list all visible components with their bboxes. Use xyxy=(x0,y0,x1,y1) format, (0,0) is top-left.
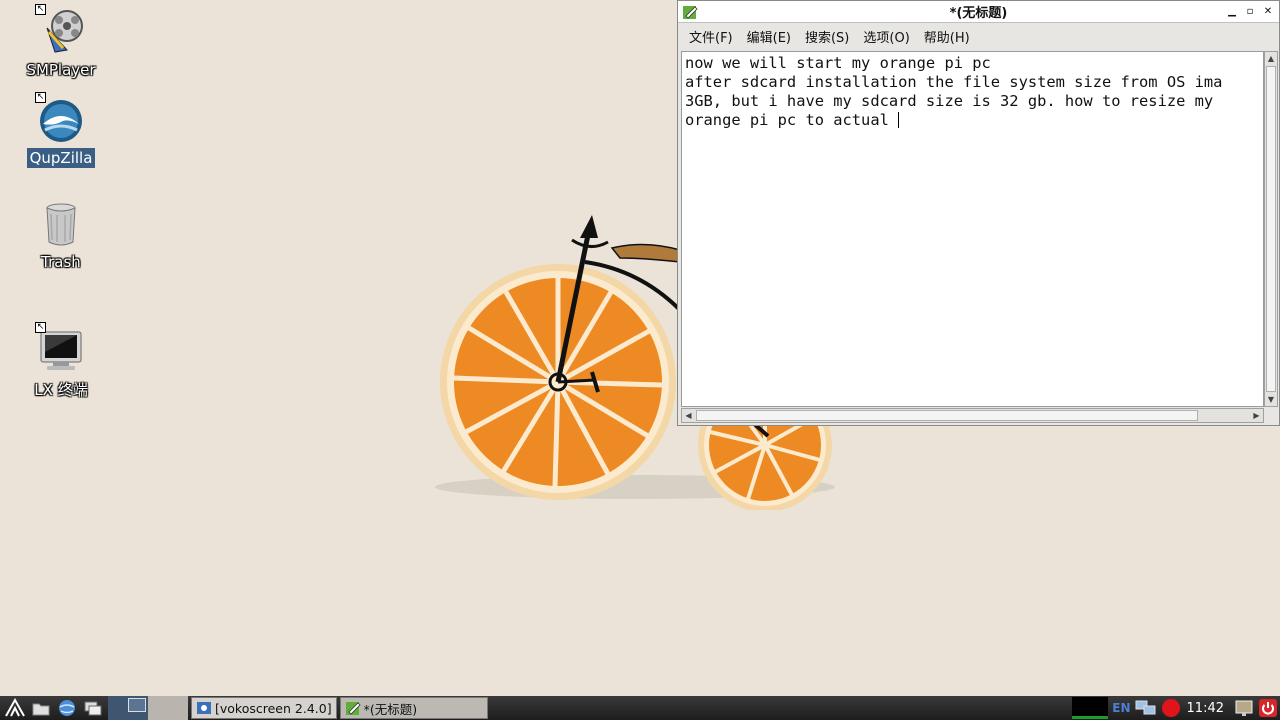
file-manager-icon[interactable] xyxy=(30,697,52,719)
screen-lock-icon[interactable] xyxy=(1234,697,1254,719)
record-icon[interactable] xyxy=(1161,697,1181,719)
trash-icon xyxy=(37,200,85,248)
desktop-icon-label: QupZilla xyxy=(26,148,96,168)
show-desktop-icon[interactable] xyxy=(82,697,104,719)
task-label: *(无标题) xyxy=(363,701,418,717)
text-editor-window[interactable]: *(无标题) ▁ ▫ ✕ 文件(F) 编辑(E) 搜索(S) 选项(O) 帮助(… xyxy=(677,0,1280,426)
maximize-button[interactable]: ▫ xyxy=(1243,5,1257,19)
scroll-right-arrow-icon[interactable]: ▶ xyxy=(1250,409,1263,422)
menubar: 文件(F) 编辑(E) 搜索(S) 选项(O) 帮助(H) xyxy=(678,23,1279,49)
vertical-scrollbar[interactable]: ▲ ▼ xyxy=(1264,51,1278,407)
shortcut-arrow-icon: ↖ xyxy=(35,322,46,333)
editor-app-icon xyxy=(345,702,361,715)
horizontal-scrollbar[interactable]: ◀ ▶ xyxy=(681,408,1264,423)
qupzilla-icon: ↖ xyxy=(35,92,85,144)
menu-file[interactable]: 文件(F) xyxy=(682,27,740,46)
task-editor[interactable]: *(无标题) xyxy=(339,697,488,719)
window-titlebar[interactable]: *(无标题) ▁ ▫ ✕ xyxy=(678,1,1279,23)
shortcut-arrow-icon: ↖ xyxy=(35,92,46,103)
cpu-monitor xyxy=(1072,697,1109,719)
menu-search[interactable]: 搜索(S) xyxy=(798,27,856,46)
text-line: after sdcard installation the file syste… xyxy=(685,73,1223,91)
text-line: 3GB, but i have my sdcard size is 32 gb.… xyxy=(685,92,1214,110)
shortcut-arrow-icon: ↖ xyxy=(35,4,46,15)
desktop-icon-label: LX 终端 xyxy=(34,381,88,399)
text-line-last: orange pi pc to actual xyxy=(685,111,1260,130)
task-label: [vokoscreen 2.4.0] xyxy=(215,700,332,716)
text-caret xyxy=(898,112,900,128)
keyboard-layout-indicator[interactable]: EN xyxy=(1112,697,1130,719)
clock[interactable]: 11:42 xyxy=(1187,701,1224,716)
desktop-icon-trash[interactable]: Trash xyxy=(16,200,106,272)
menu-edit[interactable]: 编辑(E) xyxy=(740,27,798,46)
smplayer-icon: ↖ xyxy=(35,4,85,56)
minimize-button[interactable]: ▁ xyxy=(1225,5,1239,19)
text-line: now we will start my orange pi pc xyxy=(685,54,991,72)
terminal-icon: ↖ xyxy=(35,322,85,374)
system-tray: EN 11:42 xyxy=(1068,696,1280,720)
start-menu-icon[interactable] xyxy=(4,697,26,719)
desktop-icon-qupzilla[interactable]: ↖ QupZilla xyxy=(16,92,106,168)
network-icon[interactable] xyxy=(1135,697,1157,719)
desktop-icon-smplayer[interactable]: ↖ SMPlayer xyxy=(16,4,106,80)
desktop-icon-label: Trash xyxy=(41,253,81,271)
text-area[interactable]: now we will start my orange pi pc after … xyxy=(681,51,1264,407)
scroll-left-arrow-icon[interactable]: ◀ xyxy=(682,409,695,422)
text-line: orange pi pc to actual xyxy=(685,111,899,129)
menu-options[interactable]: 选项(O) xyxy=(856,27,916,46)
vertical-scroll-thumb[interactable] xyxy=(1266,66,1276,392)
window-title: *(无标题) xyxy=(949,6,1008,21)
scroll-up-arrow-icon[interactable]: ▲ xyxy=(1265,52,1277,65)
horizontal-scroll-thumb[interactable] xyxy=(696,410,1198,421)
web-browser-icon[interactable] xyxy=(56,697,78,719)
desktop-icon-lx-terminal[interactable]: ↖ LX 终端 xyxy=(16,322,106,401)
desktop-icon-label: SMPlayer xyxy=(26,61,96,79)
taskbar: [vokoscreen 2.4.0] *(无标题) EN 11:42 xyxy=(0,696,1280,720)
vokoscreen-icon xyxy=(197,702,211,714)
menu-help[interactable]: 帮助(H) xyxy=(917,27,977,46)
workspace-2[interactable] xyxy=(148,696,188,720)
scroll-down-arrow-icon[interactable]: ▼ xyxy=(1265,393,1277,406)
close-button[interactable]: ✕ xyxy=(1261,5,1275,19)
workspace-1[interactable] xyxy=(108,696,148,720)
task-vokoscreen[interactable]: [vokoscreen 2.4.0] xyxy=(191,697,337,719)
power-icon[interactable] xyxy=(1258,697,1278,719)
